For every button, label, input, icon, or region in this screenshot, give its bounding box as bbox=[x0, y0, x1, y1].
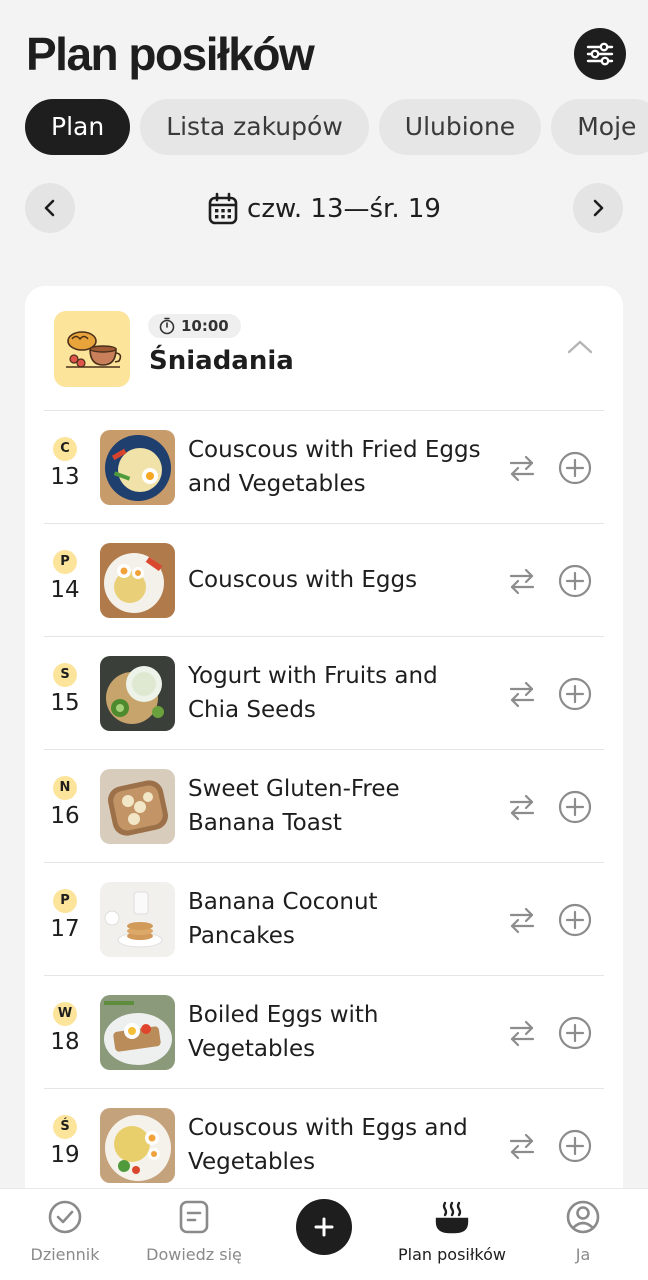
day-letter-badge: N bbox=[53, 776, 77, 800]
dish-photo bbox=[100, 995, 175, 1070]
dish-photo bbox=[100, 1108, 175, 1183]
nav-label: Dziennik bbox=[30, 1245, 100, 1264]
page-title: Plan posiłków bbox=[26, 28, 315, 80]
profile-icon bbox=[566, 1200, 600, 1234]
nav-meal-plan[interactable]: Plan posiłków bbox=[382, 1199, 522, 1264]
filter-button[interactable] bbox=[574, 28, 626, 80]
breakfast-icon bbox=[54, 311, 130, 387]
tab-plan[interactable]: Plan bbox=[25, 99, 131, 155]
add-circle-icon[interactable] bbox=[558, 1129, 592, 1163]
meal-row[interactable]: P 17 Banana Coconut Pancakes bbox=[25, 863, 623, 976]
add-circle-icon[interactable] bbox=[558, 903, 592, 937]
sliders-icon bbox=[586, 42, 614, 66]
nav-profile[interactable]: Ja bbox=[513, 1199, 648, 1264]
swap-icon[interactable] bbox=[507, 1018, 537, 1048]
swap-icon[interactable] bbox=[507, 905, 537, 935]
dish-photo bbox=[100, 543, 175, 618]
dish-photo bbox=[100, 656, 175, 731]
swap-icon[interactable] bbox=[507, 792, 537, 822]
add-circle-icon[interactable] bbox=[558, 1016, 592, 1050]
notes-icon bbox=[179, 1200, 209, 1234]
add-circle-icon[interactable] bbox=[558, 451, 592, 485]
meal-row[interactable]: C 13 Couscous with Fried Eggs and Vegeta… bbox=[25, 411, 623, 524]
nav-journal[interactable]: Dziennik bbox=[0, 1199, 135, 1264]
nav-learn[interactable]: Dowiedz się bbox=[124, 1199, 264, 1264]
tab-shopping-list[interactable]: Lista zakupów bbox=[140, 99, 369, 155]
day-letter-badge: Ś bbox=[53, 1115, 77, 1139]
meal-row[interactable]: P 14 Couscous with Eggs bbox=[25, 524, 623, 637]
swap-icon[interactable] bbox=[507, 453, 537, 483]
week-range[interactable]: czw. 13—śr. 19 bbox=[25, 183, 623, 235]
meal-name: Śniadania bbox=[149, 346, 294, 376]
meal-row[interactable]: Ś 19 Couscous with Eggs and Vegetables bbox=[25, 1089, 623, 1202]
meal-list: C 13 Couscous with Fried Eggs and Vegeta… bbox=[25, 411, 623, 1202]
add-circle-icon[interactable] bbox=[558, 790, 592, 824]
chevron-up-icon[interactable] bbox=[567, 338, 593, 356]
dish-name: Sweet Gluten-Free Banana Toast bbox=[188, 776, 400, 836]
swap-icon[interactable] bbox=[507, 566, 537, 596]
add-circle-icon[interactable] bbox=[558, 564, 592, 598]
swap-icon[interactable] bbox=[507, 679, 537, 709]
meal-row[interactable]: W 18 Boiled Eggs with Vegetables bbox=[25, 976, 623, 1089]
calendar-icon bbox=[208, 192, 238, 225]
add-button[interactable] bbox=[296, 1199, 352, 1255]
meal-time: 10:00 bbox=[181, 317, 229, 335]
dish-name: Banana Coconut Pancakes bbox=[188, 889, 378, 949]
cooking-pot-icon bbox=[435, 1201, 469, 1234]
nav-label: Dowiedz się bbox=[146, 1245, 242, 1264]
dish-photo bbox=[100, 769, 175, 844]
check-circle-icon bbox=[48, 1200, 82, 1234]
dish-photo bbox=[100, 882, 175, 957]
next-week-button[interactable] bbox=[573, 183, 623, 233]
meal-row[interactable]: S 15 Yogurt with Fruits and Chia Seeds bbox=[25, 637, 623, 750]
chevron-right-icon bbox=[593, 199, 604, 217]
day-letter-badge: P bbox=[53, 889, 77, 913]
dish-name: Couscous with Eggs and Vegetables bbox=[188, 1115, 468, 1175]
day-number: 17 bbox=[50, 916, 80, 942]
day-number: 19 bbox=[50, 1142, 80, 1168]
day-letter-badge: S bbox=[53, 663, 77, 687]
plus-icon bbox=[314, 1217, 334, 1237]
dish-name: Boiled Eggs with Vegetables bbox=[188, 1002, 379, 1062]
stopwatch-icon bbox=[159, 317, 175, 335]
tab-mine[interactable]: Moje bbox=[551, 99, 648, 155]
dish-name: Yogurt with Fruits and Chia Seeds bbox=[188, 663, 438, 723]
week-range-label: czw. 13—śr. 19 bbox=[247, 194, 441, 224]
dish-name: Couscous with Fried Eggs and Vegetables bbox=[188, 437, 481, 497]
add-circle-icon[interactable] bbox=[558, 677, 592, 711]
nav-label: Ja bbox=[575, 1245, 591, 1264]
bottom-navigation: Dziennik Dowiedz się Plan posiłków Ja bbox=[0, 1188, 648, 1280]
dish-photo bbox=[100, 430, 175, 505]
day-number: 18 bbox=[50, 1029, 80, 1055]
week-navigation: czw. 13—śr. 19 bbox=[25, 183, 623, 235]
day-number: 15 bbox=[50, 690, 80, 716]
tab-bar: Plan Lista zakupów Ulubione Moje bbox=[25, 99, 648, 155]
meal-time-badge: 10:00 bbox=[148, 314, 241, 338]
day-number: 16 bbox=[50, 803, 80, 829]
day-number: 13 bbox=[50, 464, 80, 490]
meal-card: 10:00 Śniadania C 13 Couscous with Fried… bbox=[25, 286, 623, 1206]
meal-row[interactable]: N 16 Sweet Gluten-Free Banana Toast bbox=[25, 750, 623, 863]
day-letter-badge: C bbox=[53, 437, 77, 461]
header: Plan posiłków bbox=[26, 22, 626, 86]
dish-name: Couscous with Eggs bbox=[188, 567, 418, 593]
day-number: 14 bbox=[50, 577, 80, 603]
meal-header[interactable]: 10:00 Śniadania bbox=[25, 286, 623, 410]
swap-icon[interactable] bbox=[507, 1131, 537, 1161]
day-letter-badge: W bbox=[53, 1002, 77, 1026]
day-letter-badge: P bbox=[53, 550, 77, 574]
nav-label: Plan posiłków bbox=[398, 1245, 506, 1264]
tab-favorites[interactable]: Ulubione bbox=[378, 99, 542, 155]
